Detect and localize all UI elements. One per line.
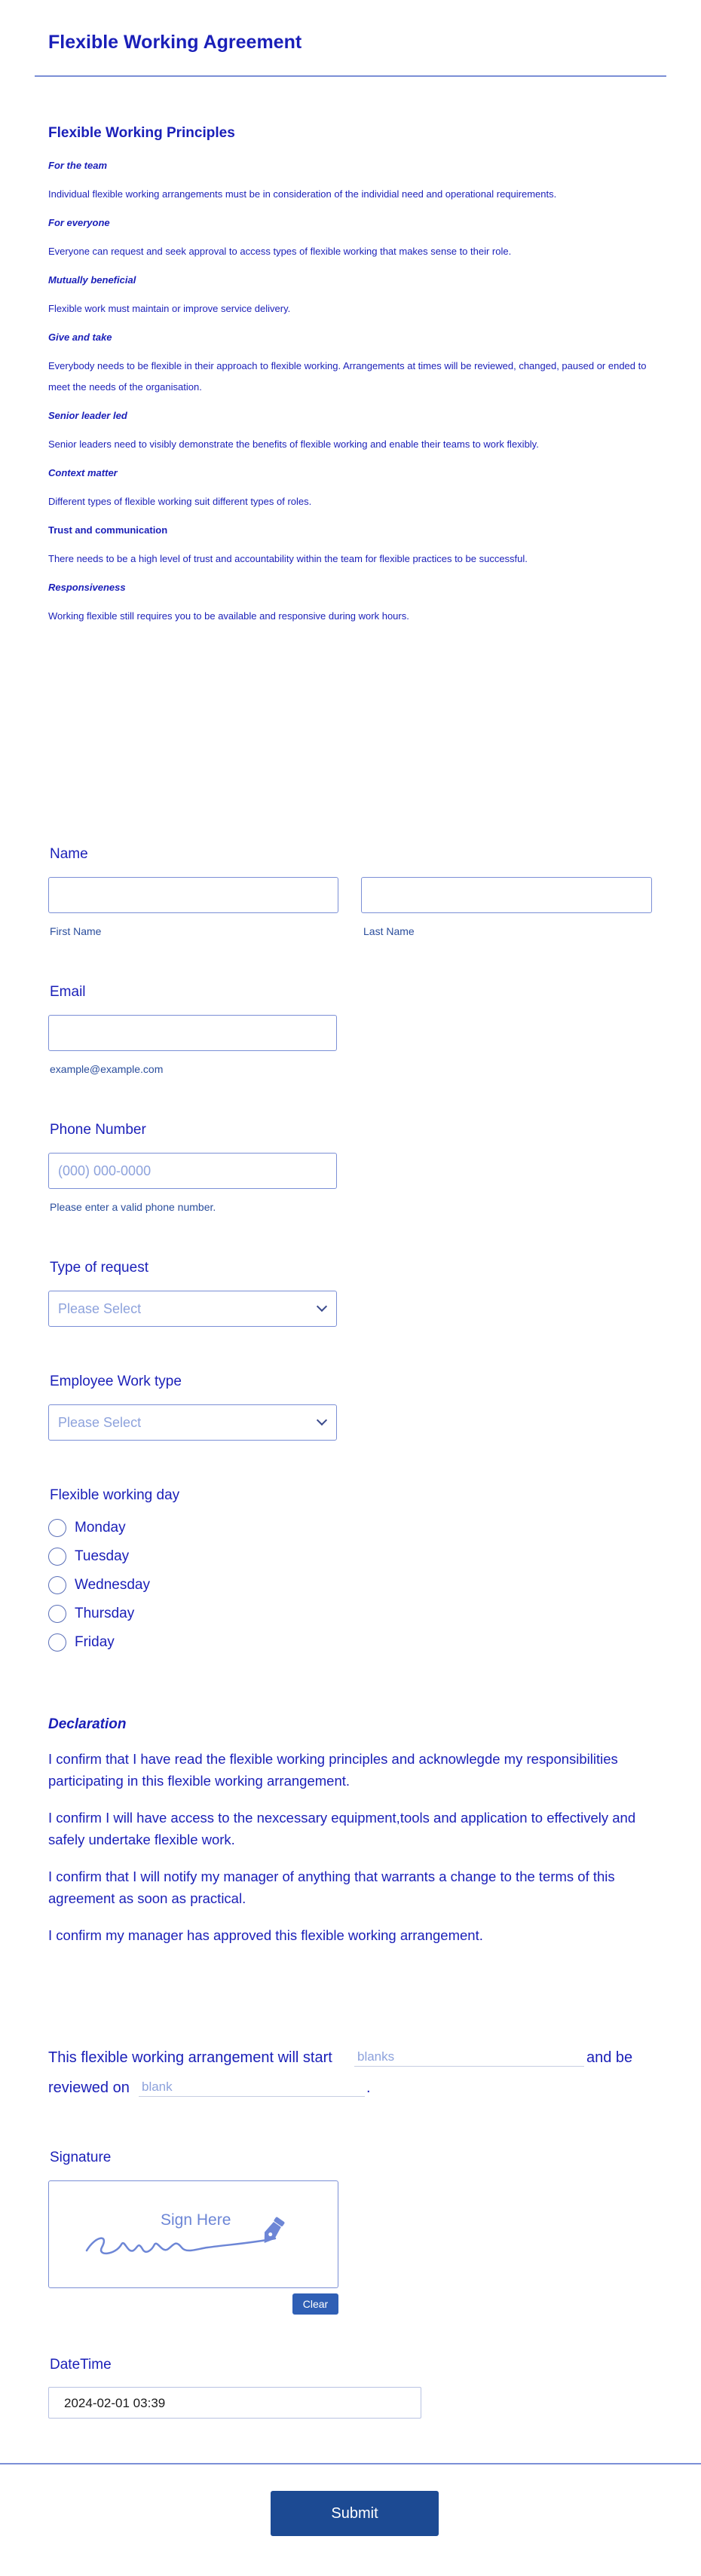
declaration-paragraph: I confirm that I have read the flexible … [48, 1751, 618, 1789]
principle-text: Senior leaders need to visibly demonstra… [48, 439, 539, 450]
footer-divider [0, 2463, 701, 2464]
declaration-section: Declaration I confirm that I have read t… [48, 1716, 659, 1961]
request-type-select[interactable]: Please Select [48, 1291, 337, 1327]
principle-text: Different types of flexible working suit… [48, 496, 312, 507]
sign-here-text: Sign Here [161, 2211, 231, 2229]
chevron-down-icon [316, 1414, 328, 1426]
principle-item: For everyone Everyone can request and se… [48, 215, 651, 262]
phone-input[interactable]: (000) 000-0000 [48, 1153, 337, 1189]
principle-item: Give and take Everybody needs to be flex… [48, 330, 651, 398]
chevron-down-icon [316, 1300, 328, 1312]
principle-heading: Give and take [48, 332, 112, 343]
principle-text: Individual flexible working arrangements… [48, 188, 557, 200]
principle-item: Senior leader led Senior leaders need to… [48, 408, 651, 455]
principles-section: Flexible Working Principles For the team… [48, 125, 651, 637]
request-type-placeholder: Please Select [58, 1301, 142, 1316]
arrangement-text-and-be: and be [586, 2049, 633, 2066]
signature-label: Signature [50, 2150, 112, 2165]
principle-item: For the team Individual flexible working… [48, 158, 651, 205]
radio-option-thursday[interactable]: Thursday [48, 1604, 134, 1624]
principle-heading: Responsiveness [48, 582, 126, 593]
principle-item: Mutually beneficial Flexible work must m… [48, 273, 651, 319]
radio-label: Thursday [75, 1606, 135, 1621]
form-page: Flexible Working Agreement Flexible Work… [0, 0, 701, 2576]
name-label: Name [50, 846, 88, 862]
radio-label: Wednesday [75, 1577, 150, 1593]
email-input[interactable] [48, 1015, 337, 1051]
work-type-placeholder: Please Select [58, 1415, 142, 1430]
phone-sublabel: Please enter a valid phone number. [50, 1201, 216, 1213]
radio-circle-icon[interactable] [48, 1576, 66, 1594]
first-name-input[interactable] [48, 877, 338, 913]
first-name-sublabel: First Name [50, 925, 102, 937]
principle-heading: Trust and communication [48, 524, 168, 536]
radio-circle-icon[interactable] [48, 1633, 66, 1652]
arrangement-text-start: This flexible working arrangement will s… [48, 2049, 332, 2066]
principle-heading: Senior leader led [48, 410, 127, 421]
work-type-label: Employee Work type [50, 1374, 182, 1389]
principle-item: Context matter Different types of flexib… [48, 466, 651, 512]
radio-circle-icon[interactable] [48, 1519, 66, 1537]
radio-circle-icon[interactable] [48, 1548, 66, 1566]
email-sublabel: example@example.com [50, 1063, 164, 1075]
principle-heading: Mutually beneficial [48, 274, 136, 286]
radio-option-friday[interactable]: Friday [48, 1633, 115, 1652]
clear-signature-button[interactable]: Clear [292, 2293, 338, 2315]
declaration-paragraph: I confirm my manager has approved this f… [48, 1927, 483, 1943]
principle-text: Everyone can request and seek approval t… [48, 246, 512, 257]
principle-item: Responsiveness Working flexible still re… [48, 580, 651, 627]
form-title: Flexible Working Agreement [48, 32, 302, 53]
principles-title: Flexible Working Principles [48, 125, 235, 141]
submit-button[interactable]: Submit [271, 2491, 439, 2536]
start-date-input[interactable]: blanks [354, 2047, 584, 2067]
principle-text: Working flexible still requires you to b… [48, 610, 409, 622]
phone-placeholder: (000) 000-0000 [58, 1163, 152, 1178]
radio-label: Monday [75, 1520, 126, 1536]
working-day-label: Flexible working day [50, 1487, 180, 1503]
radio-label: Friday [75, 1634, 115, 1650]
last-name-sublabel: Last Name [363, 925, 415, 937]
principle-text: There needs to be a high level of trust … [48, 553, 528, 564]
principle-text: Everybody needs to be flexible in their … [48, 360, 647, 393]
form-header: Flexible Working Agreement [35, 0, 666, 77]
datetime-label: DateTime [50, 2357, 112, 2373]
arrangement-text-period: . [366, 2079, 371, 2096]
principle-heading: For everyone [48, 217, 110, 228]
request-type-label: Type of request [50, 1260, 148, 1276]
radio-option-tuesday[interactable]: Tuesday [48, 1547, 129, 1566]
work-type-select[interactable]: Please Select [48, 1404, 337, 1441]
radio-circle-icon[interactable] [48, 1605, 66, 1623]
phone-label: Phone Number [50, 1122, 146, 1138]
declaration-paragraph: I confirm I will have access to the nexc… [48, 1810, 636, 1847]
arrangement-text-reviewed: reviewed on [48, 2079, 130, 2096]
declaration-paragraph: I confirm that I will notify my manager … [48, 1869, 615, 1906]
last-name-input[interactable] [361, 877, 652, 913]
datetime-input[interactable]: 2024-02-01 03:39 [48, 2387, 421, 2419]
review-date-input[interactable]: blank [139, 2077, 365, 2097]
principle-heading: Context matter [48, 467, 118, 478]
radio-label: Tuesday [75, 1548, 130, 1564]
principle-heading: For the team [48, 160, 108, 171]
principle-text: Flexible work must maintain or improve s… [48, 303, 291, 314]
declaration-title: Declaration [48, 1716, 127, 1732]
signature-pad[interactable]: Sign Here [48, 2180, 338, 2288]
email-label: Email [50, 984, 86, 1000]
signature-scribble-icon [85, 2217, 285, 2254]
radio-option-monday[interactable]: Monday [48, 1518, 126, 1538]
radio-option-wednesday[interactable]: Wednesday [48, 1575, 150, 1595]
principle-item: Trust and communication There needs to b… [48, 523, 651, 570]
